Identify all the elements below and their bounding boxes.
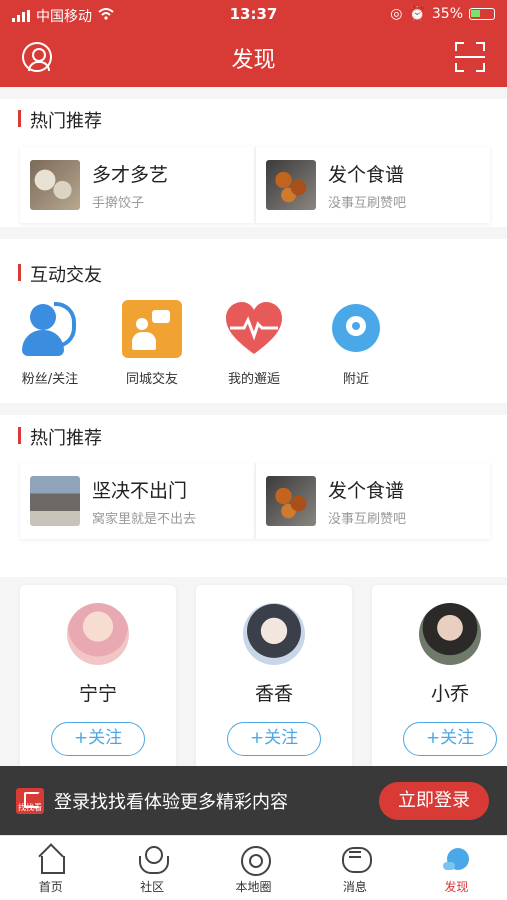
- recommend-subtitle: 手擀饺子: [92, 195, 145, 211]
- recommend-title: 发个食谱: [328, 479, 405, 502]
- tab-messages[interactable]: 消息: [304, 836, 405, 900]
- app-logo: 找找看: [16, 788, 44, 814]
- follow-button[interactable]: +关注: [403, 722, 497, 756]
- avatar: [67, 603, 129, 665]
- recommend-title: 坚决不出门: [92, 479, 188, 502]
- hot-recommend-row: 多才多艺 手擀饺子 发个食谱 没事互刷赞吧: [20, 147, 490, 223]
- recommend-card[interactable]: 发个食谱 没事互刷赞吧: [255, 147, 490, 223]
- recommend-card[interactable]: 多才多艺 手擀饺子: [20, 147, 255, 223]
- tab-label: 发现: [444, 880, 469, 894]
- divider: [0, 403, 507, 415]
- tab-community[interactable]: 社区: [101, 836, 202, 900]
- recommend-subtitle: 没事互刷赞吧: [328, 195, 407, 211]
- nearby-entry[interactable]: 附近: [316, 300, 396, 387]
- user-name: 小乔: [430, 683, 469, 705]
- divider: [0, 87, 507, 99]
- tab-label: 社区: [140, 880, 165, 894]
- message-icon: [340, 844, 372, 874]
- follow-button[interactable]: +关注: [227, 722, 321, 756]
- divider: [0, 227, 507, 239]
- home-icon: [36, 844, 66, 874]
- encounter-entry[interactable]: 我的邂逅: [214, 300, 294, 387]
- avatar: [243, 603, 305, 665]
- user-name: 宁宁: [78, 683, 117, 705]
- fans-icon: [20, 300, 80, 358]
- city-friends-entry[interactable]: 同城交友: [112, 300, 192, 387]
- nearby-icon: [326, 300, 386, 358]
- tab-local-circle[interactable]: 本地圈: [203, 836, 304, 900]
- login-banner: 找找看 登录找找看体验更多精彩内容 立即登录: [0, 766, 507, 835]
- community-icon: [137, 844, 170, 874]
- user-card[interactable]: 小乔 +关注: [372, 585, 507, 785]
- section-title-social: 互动交友: [18, 261, 102, 287]
- follow-button[interactable]: +关注: [51, 722, 145, 756]
- discover-content: 热门推荐 多才多艺 手擀饺子 发个食谱 没事互刷赞吧 互动交友 粉丝/关注 同城…: [0, 87, 507, 835]
- tab-label: 首页: [38, 880, 63, 894]
- recommend-card[interactable]: 坚决不出门 窝家里就是不出去: [20, 463, 255, 539]
- recommend-thumbnail: [30, 160, 80, 210]
- location-icon: ◎: [390, 6, 403, 22]
- tab-label: 本地圈: [235, 880, 272, 894]
- recommend-thumbnail: [266, 160, 316, 210]
- social-label: 附近: [342, 372, 369, 387]
- recommend-card[interactable]: 发个食谱 没事互刷赞吧: [255, 463, 490, 539]
- scan-icon[interactable]: [455, 42, 485, 72]
- user-card[interactable]: 宁宁 +关注: [20, 585, 176, 785]
- page-title: 发现: [231, 48, 276, 73]
- discover-icon: [441, 844, 471, 874]
- social-label: 同城交友: [125, 372, 178, 387]
- social-label: 粉丝/关注: [21, 372, 79, 387]
- recommend-thumbnail: [266, 476, 316, 526]
- user-card[interactable]: 香香 +关注: [196, 585, 352, 785]
- login-button[interactable]: 立即登录: [379, 782, 489, 820]
- recommend-subtitle: 没事互刷赞吧: [328, 511, 407, 527]
- map-icon: [239, 844, 271, 876]
- top-bar: 中国移动 13:37 ◎ ⏰ 35% 发现: [0, 0, 507, 87]
- city-friends-icon: [122, 300, 182, 358]
- tab-label: 消息: [342, 880, 367, 894]
- tab-home[interactable]: 首页: [0, 836, 101, 900]
- alarm-icon: ⏰: [408, 6, 426, 22]
- section-title-hot: 热门推荐: [18, 107, 102, 133]
- tab-bar: 首页 社区 本地圈 消息 发现: [0, 835, 507, 900]
- social-label: 我的邂逅: [227, 372, 280, 387]
- fans-follow-entry[interactable]: 粉丝/关注: [10, 300, 90, 387]
- battery-percent: 35%: [431, 6, 463, 22]
- recommend-thumbnail: [30, 476, 80, 526]
- status-bar: 中国移动 13:37 ◎ ⏰ 35%: [0, 0, 507, 30]
- navigation-bar: 发现: [0, 30, 507, 87]
- hot-recommend-row-2: 坚决不出门 窝家里就是不出去 发个食谱 没事互刷赞吧: [20, 463, 490, 539]
- avatar: [419, 603, 481, 665]
- recommend-subtitle: 窝家里就是不出去: [92, 511, 197, 527]
- user-name: 香香: [254, 683, 293, 705]
- login-prompt: 登录找找看体验更多精彩内容: [54, 792, 288, 813]
- battery-icon: [469, 8, 495, 20]
- heart-pulse-icon: [224, 300, 284, 358]
- section-title-hot-2: 热门推荐: [18, 424, 102, 450]
- recommend-title: 多才多艺: [92, 163, 169, 186]
- recommend-title: 发个食谱: [328, 163, 405, 186]
- tab-discover[interactable]: 发现: [406, 836, 507, 900]
- social-grid: 粉丝/关注 同城交友 我的邂逅 附近: [0, 300, 507, 390]
